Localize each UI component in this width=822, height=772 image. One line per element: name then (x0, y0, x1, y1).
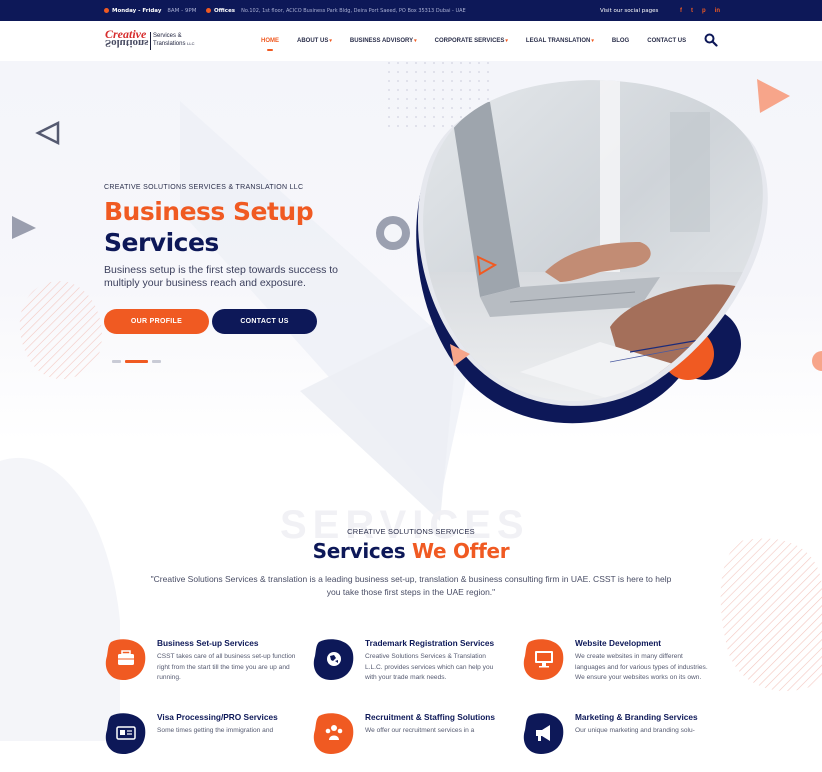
office-address: Offices No.102, 1st floor, ACICO Busines… (206, 0, 466, 21)
card-title: Website Development (575, 638, 662, 648)
search-icon[interactable] (704, 33, 718, 47)
nav-contact-label: CONTACT US (647, 38, 687, 44)
megaphone-icon (523, 713, 564, 754)
logo-line1: Services & (153, 33, 182, 39)
card-title: Marketing & Branding Services (575, 712, 698, 722)
slider-dot[interactable] (152, 360, 161, 363)
chevron-down-icon: ▾ (505, 38, 508, 44)
location-pin-icon (206, 8, 211, 13)
chevron-down-icon: ▾ (591, 38, 594, 44)
slider-dot-active[interactable] (125, 360, 148, 363)
nav-business-advisory-label: BUSINESS ADVISORY (349, 38, 414, 44)
card-description: Some times getting the immigration and (157, 727, 274, 734)
nav-contact-us[interactable]: CONTACT US (647, 38, 686, 44)
hero-lead: Business setup is the first step towards… (104, 264, 339, 289)
service-card-business-setup[interactable]: Business Set-up Services CSST takes care… (105, 638, 310, 698)
linkedin-icon[interactable]: in (715, 8, 720, 14)
slider-dots (112, 360, 161, 363)
nav-blog[interactable]: BLOG (612, 38, 629, 44)
hours-label: Monday - Friday (112, 7, 162, 14)
office-label: Offices (214, 7, 236, 14)
id-card-icon (105, 713, 146, 754)
contact-us-button[interactable]: CONTACT US (212, 309, 317, 334)
card-description: We create websites in many different lan… (575, 653, 708, 681)
services-title-part1: Services (312, 539, 406, 563)
social-label-text: Visit our social pages (600, 7, 659, 14)
service-card-visa[interactable]: Visa Processing/PRO Services Some times … (105, 712, 310, 772)
hero-eyebrow: CREATIVE SOLUTIONS SERVICES & TRANSLATIO… (104, 184, 304, 191)
slider-dot[interactable] (112, 360, 121, 363)
service-card-website[interactable]: Website Development We create websites i… (523, 638, 728, 698)
services-description: "Creative Solutions Services & translati… (150, 574, 672, 597)
nav-blog-label: BLOG (611, 38, 630, 44)
nav-corporate-services[interactable]: CORPORATE SERVICES▾ (435, 38, 508, 44)
nav-home-label: HOME (261, 38, 279, 44)
social-label: Visit our social pages (600, 0, 658, 21)
nav-legal-translation[interactable]: LEGAL TRANSLATION▾ (526, 38, 594, 44)
nav-corporate-label: CORPORATE SERVICES (434, 38, 505, 44)
logo-suffix: LLC (187, 41, 195, 46)
hero-title-line1: Business Setup (104, 197, 314, 226)
card-description: Our unique marketing and branding solu- (575, 727, 695, 734)
nav-legal-label: LEGAL TRANSLATION (525, 38, 591, 44)
card-title: Trademark Registration Services (365, 638, 495, 648)
monitor-icon (523, 639, 564, 680)
service-card-trademark[interactable]: Trademark Registration Services Creative… (313, 638, 518, 698)
company-logo[interactable]: Creative Solutions Services & Translation… (105, 27, 205, 55)
services-title-part2: We Offer (412, 539, 510, 563)
chevron-down-icon: ▾ (329, 38, 332, 44)
logo-line2: Translations (153, 41, 186, 47)
globe-icon (313, 639, 354, 680)
chevron-down-icon: ▾ (414, 38, 417, 44)
hero-image (376, 80, 768, 424)
nav-business-advisory[interactable]: BUSINESS ADVISORY▾ (350, 38, 417, 44)
card-title: Visa Processing/PRO Services (157, 712, 278, 722)
office-value: No.102, 1st floor, ACICO Business Park B… (241, 7, 466, 14)
services-eyebrow: CREATIVE SOLUTIONS SERVICES (347, 527, 475, 536)
pinterest-icon[interactable]: p (702, 8, 706, 14)
nav-about-label: ABOUT US (297, 38, 329, 44)
service-card-recruitment[interactable]: Recruitment & Staffing Solutions We offe… (313, 712, 518, 772)
working-hours: Monday - Friday 8AM - 9PM (104, 0, 196, 21)
main-nav: HOME ABOUT US▾ BUSINESS ADVISORY▾ CORPOR… (261, 21, 704, 61)
card-title: Business Set-up Services (157, 638, 259, 648)
top-bar: Monday - Friday 8AM - 9PM Offices No.102… (0, 0, 822, 21)
social-links: f t p in (680, 0, 720, 21)
service-card-marketing[interactable]: Marketing & Branding Services Our unique… (523, 712, 728, 772)
card-description: CSST takes care of all business set-up f… (157, 653, 296, 681)
logo-word2: Solutions (105, 37, 149, 49)
hero-title-line2: Services (104, 228, 219, 257)
twitter-icon[interactable]: t (691, 8, 693, 14)
hours-value: 8AM - 9PM (167, 7, 197, 14)
site-header: Creative Solutions Services & Translation… (0, 21, 822, 61)
briefcase-icon (105, 639, 146, 680)
clock-icon (104, 8, 109, 13)
nav-about-us[interactable]: ABOUT US▾ (297, 38, 332, 44)
our-profile-button[interactable]: OUR PROFILE (104, 309, 209, 334)
card-description: Creative Solutions Services & Translatio… (365, 653, 494, 681)
services-title: Services We Offer (0, 539, 822, 563)
people-icon (313, 713, 354, 754)
card-description: We offer our recruitment services in a (365, 727, 475, 734)
logo-divider (150, 32, 151, 50)
logo-tagline: Services & Translations LLC (153, 33, 194, 48)
card-title: Recruitment & Staffing Solutions (365, 712, 495, 722)
nav-home[interactable]: HOME (261, 38, 279, 51)
facebook-icon[interactable]: f (680, 8, 682, 14)
